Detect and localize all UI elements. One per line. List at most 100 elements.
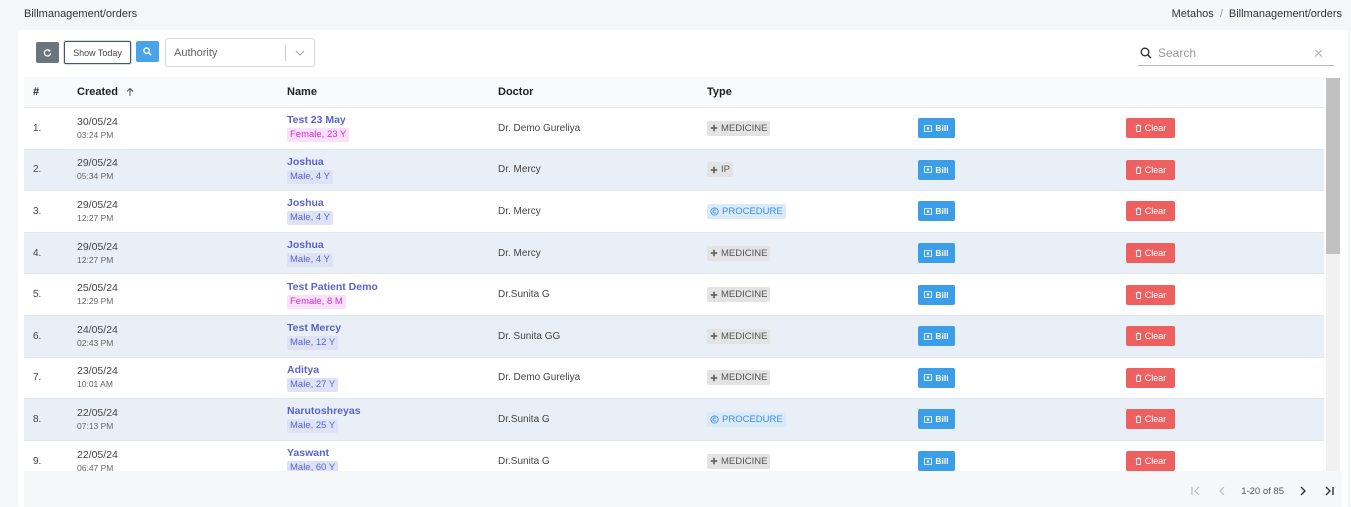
sort-arrow-up-icon[interactable] — [125, 87, 135, 97]
search-button[interactable] — [136, 41, 159, 62]
table-header: # Created Name Doctor Type — [24, 77, 1324, 108]
last-page-icon[interactable] — [1316, 485, 1342, 497]
patient-name[interactable]: Joshua — [287, 156, 498, 169]
header-created[interactable]: Created — [77, 86, 287, 98]
scrollbar-thumb[interactable] — [1326, 78, 1340, 254]
table-row[interactable]: 6. 24/05/24 02:43 PM Test Mercy Male, 12 Y Dr… — [24, 315, 1324, 358]
clear-button[interactable]: Clear — [1126, 367, 1175, 388]
first-page-icon[interactable] — [1183, 485, 1209, 497]
bill-button[interactable]: Bill — [918, 243, 955, 264]
trash-icon — [1135, 415, 1141, 424]
type-cell: MEDICINE — [707, 287, 918, 303]
clear-button[interactable]: Clear — [1126, 326, 1175, 347]
created-date: 29/05/24 — [77, 198, 118, 211]
type-cell: MEDICINE — [707, 370, 918, 386]
topbar: Billmanagement/orders Metahos / Billmana… — [0, 0, 1351, 28]
trash-icon — [1135, 332, 1141, 341]
trash-icon — [1135, 374, 1141, 382]
table-row[interactable]: 3. 29/05/24 12:27 PM Joshua Male, 4 Y Dr. Mer… — [24, 191, 1324, 233]
name-cell: Joshua Male, 4 Y — [287, 156, 498, 184]
created-time: 05:34 PM — [77, 171, 114, 182]
patient-name[interactable]: Test Patient Demo — [287, 281, 498, 294]
table-row[interactable]: 2. 29/05/24 05:34 PM Joshua Male, 4 Y Dr. Mer… — [24, 149, 1324, 192]
clear-button[interactable]: Clear — [1126, 243, 1175, 264]
doctor-name: Dr. Mercy — [498, 164, 541, 176]
table-row[interactable]: 4. 29/05/24 12:27 PM Joshua Male, 4 Y Dr. Mer… — [24, 232, 1324, 275]
bill-button[interactable]: Bill — [918, 118, 955, 139]
search-field[interactable]: ✕ — [1138, 40, 1334, 66]
show-today-button[interactable]: Show Today — [64, 41, 131, 64]
patient-name[interactable]: Test 23 May — [287, 114, 498, 127]
created-date: 29/05/24 — [77, 157, 118, 170]
authority-select[interactable]: Authority — [165, 38, 315, 67]
breadcrumb-home[interactable]: Metahos — [1172, 8, 1214, 20]
table-row[interactable]: 7. 23/05/24 10:01 AM Aditya Male, 27 Y Dr. De… — [24, 358, 1324, 400]
next-page-icon[interactable] — [1290, 485, 1316, 497]
bill-button[interactable]: Bill — [918, 201, 955, 222]
clear-button[interactable]: Clear — [1126, 159, 1175, 180]
table-row[interactable]: 5. 25/05/24 12:29 PM Test Patient Demo Femal… — [24, 274, 1324, 316]
patient-name[interactable]: Joshua — [287, 197, 498, 210]
refresh-icon — [43, 49, 52, 57]
clear-button[interactable]: Clear — [1126, 118, 1175, 139]
refresh-button[interactable] — [36, 42, 59, 63]
patient-name[interactable]: Narutoshreyas — [287, 405, 498, 418]
clear-button[interactable]: Clear — [1126, 284, 1175, 305]
bill-cell: Bill — [918, 409, 1126, 430]
created-date: 25/05/24 — [77, 282, 118, 295]
name-cell: Aditya Male, 27 Y — [287, 364, 498, 392]
row-number: 3. — [33, 205, 42, 217]
clear-cell: Clear — [1126, 367, 1324, 388]
row-number: 8. — [33, 413, 42, 425]
table-row[interactable]: 1. 30/05/24 03:24 PM Test 23 May Female, 23 … — [24, 108, 1324, 150]
bill-button[interactable]: Bill — [918, 409, 955, 430]
clear-cell: Clear — [1126, 284, 1324, 305]
toolbar: Show Today Authority ✕ — [36, 38, 1336, 68]
trash-icon — [1135, 124, 1141, 133]
bill-label: Bill — [935, 372, 949, 383]
orders-table: # Created Name Doctor Type 1. 30/05/24 03:… — [24, 77, 1324, 471]
table-row[interactable]: 9. 22/05/24 06:47 PM Yaswant Male, 60 Y Dr.Su… — [24, 441, 1324, 471]
patient-name[interactable]: Test Mercy — [287, 322, 498, 335]
doctor-name: Dr. Mercy — [498, 205, 541, 217]
patient-name[interactable]: Yaswant — [287, 447, 498, 460]
row-number: 2. — [33, 164, 42, 176]
created-date: 24/05/24 — [77, 323, 118, 336]
prev-page-icon[interactable] — [1209, 485, 1235, 497]
doctor-name: Dr.Sunita G — [498, 413, 550, 425]
type-label: MEDICINE — [721, 330, 768, 342]
table-footer: 1-20 of 85 — [24, 471, 1342, 507]
patient-name[interactable]: Aditya — [287, 364, 498, 377]
type-label: MEDICINE — [721, 122, 768, 134]
clear-button[interactable]: Clear — [1126, 409, 1175, 430]
clear-cell: Clear — [1126, 118, 1324, 139]
table-row[interactable]: 8. 22/05/24 07:13 PM Narutoshreyas Male, 25 … — [24, 399, 1324, 441]
created-date: 29/05/24 — [77, 240, 118, 253]
patient-name[interactable]: Joshua — [287, 239, 498, 252]
clear-cell: Clear — [1126, 409, 1324, 430]
copyright-circle-icon — [710, 207, 719, 216]
type-label: MEDICINE — [721, 372, 768, 384]
created-cell: 22/05/24 06:47 PM — [77, 449, 287, 471]
close-icon[interactable]: ✕ — [1313, 46, 1324, 62]
trash-icon — [1135, 166, 1141, 174]
doctor-name: Dr. Mercy — [498, 247, 541, 259]
name-cell: Test 23 May Female, 23 Y — [287, 114, 498, 143]
bill-button[interactable]: Bill — [918, 159, 955, 180]
search-input[interactable] — [1158, 45, 1308, 60]
bill-label: Bill — [935, 206, 949, 217]
bill-button[interactable]: Bill — [918, 451, 955, 471]
type-badge: MEDICINE — [707, 328, 771, 344]
clear-button[interactable]: Clear — [1126, 451, 1175, 471]
type-badge: PROCEDURE — [707, 203, 786, 219]
breadcrumb-current: Billmanagement/orders — [1228, 8, 1342, 20]
bill-button[interactable]: Bill — [918, 326, 955, 347]
type-cell: PROCEDURE — [707, 411, 918, 427]
vertical-scrollbar[interactable] — [1326, 78, 1340, 471]
bill-button[interactable]: Bill — [918, 284, 955, 305]
name-cell: Joshua Male, 4 Y — [287, 197, 498, 226]
plus-icon — [710, 374, 718, 382]
created-date: 22/05/24 — [77, 448, 118, 461]
clear-button[interactable]: Clear — [1126, 201, 1175, 222]
bill-button[interactable]: Bill — [918, 367, 955, 388]
